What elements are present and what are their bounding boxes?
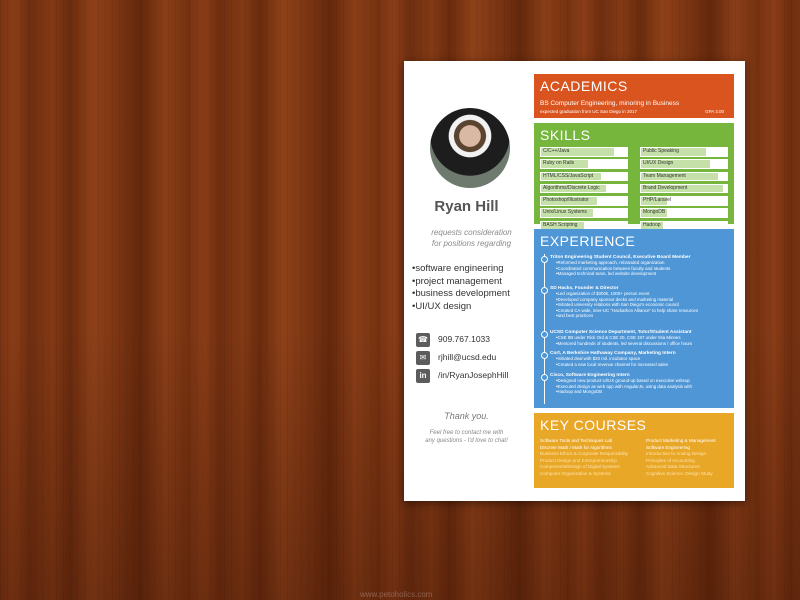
gpa-text: GPA 3.00 <box>705 109 724 114</box>
job-bullet: Managed technical team, led website deve… <box>556 271 732 277</box>
profile-column: Ryan Hill requests consideration for pos… <box>404 61 529 501</box>
skill-bar: MongoDB <box>640 208 728 218</box>
timeline-dot <box>541 287 548 294</box>
skills-left-column: C/C++/Java Ruby on Rails HTML/CSS/JavaScri… <box>540 147 628 233</box>
interest-item: software engineering <box>412 263 510 276</box>
contact-phone: ☎ 909.767.1033 <box>416 332 529 350</box>
experience-heading: EXPERIENCE <box>540 233 636 249</box>
timeline-dot <box>541 256 548 263</box>
job-entry: Triton Engineering Student Council, Exec… <box>541 255 732 277</box>
contact-email: ✉ rjhill@ucsd.edu <box>416 350 529 368</box>
skill-label: PHP/Laravel <box>643 197 672 204</box>
skill-bar: Public Speaking <box>640 147 728 157</box>
email-address: rjhill@ucsd.edu <box>438 352 497 362</box>
skill-bar: Photoshop/Illustrator <box>540 196 628 206</box>
course-item: Business Ethics & Corporate Responsibili… <box>540 451 629 456</box>
course-item: Computer Organization & Systems <box>540 470 611 476</box>
key-courses-heading: KEY COURSES <box>540 417 647 433</box>
skill-bar: PHP/Laravel <box>640 196 728 206</box>
courses-right-column: Product Marketing & Management Software E… <box>646 438 742 477</box>
job-bullet: Hadoop and MongoDB <box>556 389 732 395</box>
job-bullets: Designed new product UI/UX ground-up bas… <box>550 378 732 395</box>
job-entry: SD Hacks, Founder & Director Led organiz… <box>541 286 732 319</box>
request-line-2: for positions regarding <box>431 239 512 248</box>
skill-label: UI/UX Design <box>643 160 674 167</box>
job-bullet: Mentored hundreds of students, led sever… <box>556 341 732 347</box>
skill-label: Team Management <box>643 172 686 179</box>
skill-label: Brand Development <box>643 184 688 191</box>
interest-item: project management <box>412 276 510 289</box>
degree-text: BS Computer Engineering, minoring in Bus… <box>540 100 680 107</box>
skills-right-column: Public Speaking UI/UX Design Team Manageme… <box>640 147 728 233</box>
timeline-dot <box>541 331 548 338</box>
academics-section: ACADEMICS BS Computer Engineering, minor… <box>534 74 734 118</box>
skill-label: Ruby on Rails <box>543 160 575 167</box>
mail-icon: ✉ <box>416 351 430 365</box>
skill-label: Public Speaking <box>643 148 679 154</box>
skill-bar: Algorithms/Discrete Logic <box>540 183 628 194</box>
skill-label: HTML/CSS/JavaScript <box>543 172 594 179</box>
graduation-text: expected graduation from UC San Diego in… <box>540 109 638 114</box>
thanks-text: Thank you. <box>444 411 489 421</box>
skill-label: MongoDB <box>643 209 666 216</box>
job-entry: UCSD Computer Science Department, Tutor/… <box>541 330 732 346</box>
job-entry: Cisco, Software Engineering Intern Desig… <box>541 373 732 395</box>
skill-label: C/C++/Java <box>543 148 570 154</box>
skill-bar: Unix/Linux Systems <box>540 208 628 218</box>
timeline-dot <box>541 374 548 381</box>
timeline-dot <box>541 352 548 359</box>
resume-sheet: Ryan Hill requests consideration for pos… <box>404 61 745 501</box>
linkedin-icon: in <box>416 369 430 383</box>
job-bullets: Initiated deal with $20 mil. incubator s… <box>550 356 732 367</box>
key-courses-section: KEY COURSES Software Tools and Technique… <box>534 413 734 488</box>
courses-left-column: Software Tools and Techniques Lab Discret… <box>540 438 636 477</box>
skills-section: SKILLS C/C++/Java Ruby on Rails HTML/CSS/J… <box>534 123 734 231</box>
interests-list: software engineering project management … <box>412 263 510 313</box>
phone-number: 909.767.1033 <box>438 334 490 344</box>
job-bullets: CSE 8B under Rick Ord & CSE 20, CSE 197 … <box>550 335 732 346</box>
experience-section: EXPERIENCE Triton Engineering Student Co… <box>534 229 734 408</box>
phone-icon: ☎ <box>416 333 430 347</box>
skill-bar: C/C++/Java <box>540 147 628 157</box>
job-bullets: Led organization of $300k, 1000+ person … <box>550 291 732 319</box>
skill-bar: Ruby on Rails <box>540 159 628 169</box>
thanks-subtext: Feel free to contact me with any questio… <box>409 429 524 445</box>
skill-bar: HTML/CSS/JavaScript <box>540 171 628 182</box>
request-line-1: requests consideration <box>431 228 512 237</box>
profile-photo <box>430 108 510 188</box>
skill-label: Unix/Linux Systems <box>543 209 587 216</box>
skill-label: Algorithms/Discrete Logic <box>543 184 600 191</box>
request-text: requests consideration for positions reg… <box>414 227 529 249</box>
skills-heading: SKILLS <box>540 127 591 143</box>
job-bullet: Created a new local revenue channel for … <box>556 362 732 368</box>
skill-label: Photoshop/Illustrator <box>543 197 589 204</box>
experience-timeline <box>544 254 545 404</box>
skill-bar: UI/UX Design <box>640 159 728 169</box>
job-bullets: Reformed marketing approach, rebranded o… <box>550 260 732 277</box>
contact-linkedin: in /in/RyanJosephHill <box>416 368 529 386</box>
thanks-sub-line-1: Feel free to contact me with <box>429 430 504 436</box>
academics-heading: ACADEMICS <box>540 78 628 94</box>
skill-bar: Team Management <box>640 171 728 182</box>
job-bullet: and best practices <box>556 313 732 319</box>
thanks-sub-line-2: any questions - I'd love to chat! <box>425 438 508 444</box>
linkedin-handle: /in/RyanJosephHill <box>438 370 509 380</box>
job-entry: Cort, A Berkshire Hathaway Company, Mark… <box>541 351 732 367</box>
interest-item: UI/UX design <box>412 301 510 314</box>
watermark: www.petoholics.com <box>360 590 433 599</box>
profile-name: Ryan Hill <box>434 198 499 215</box>
interest-item: business development <box>412 288 510 301</box>
skill-bar: Brand Development <box>640 183 728 194</box>
course-item: Cognitive Science: Design Study <box>646 470 713 476</box>
